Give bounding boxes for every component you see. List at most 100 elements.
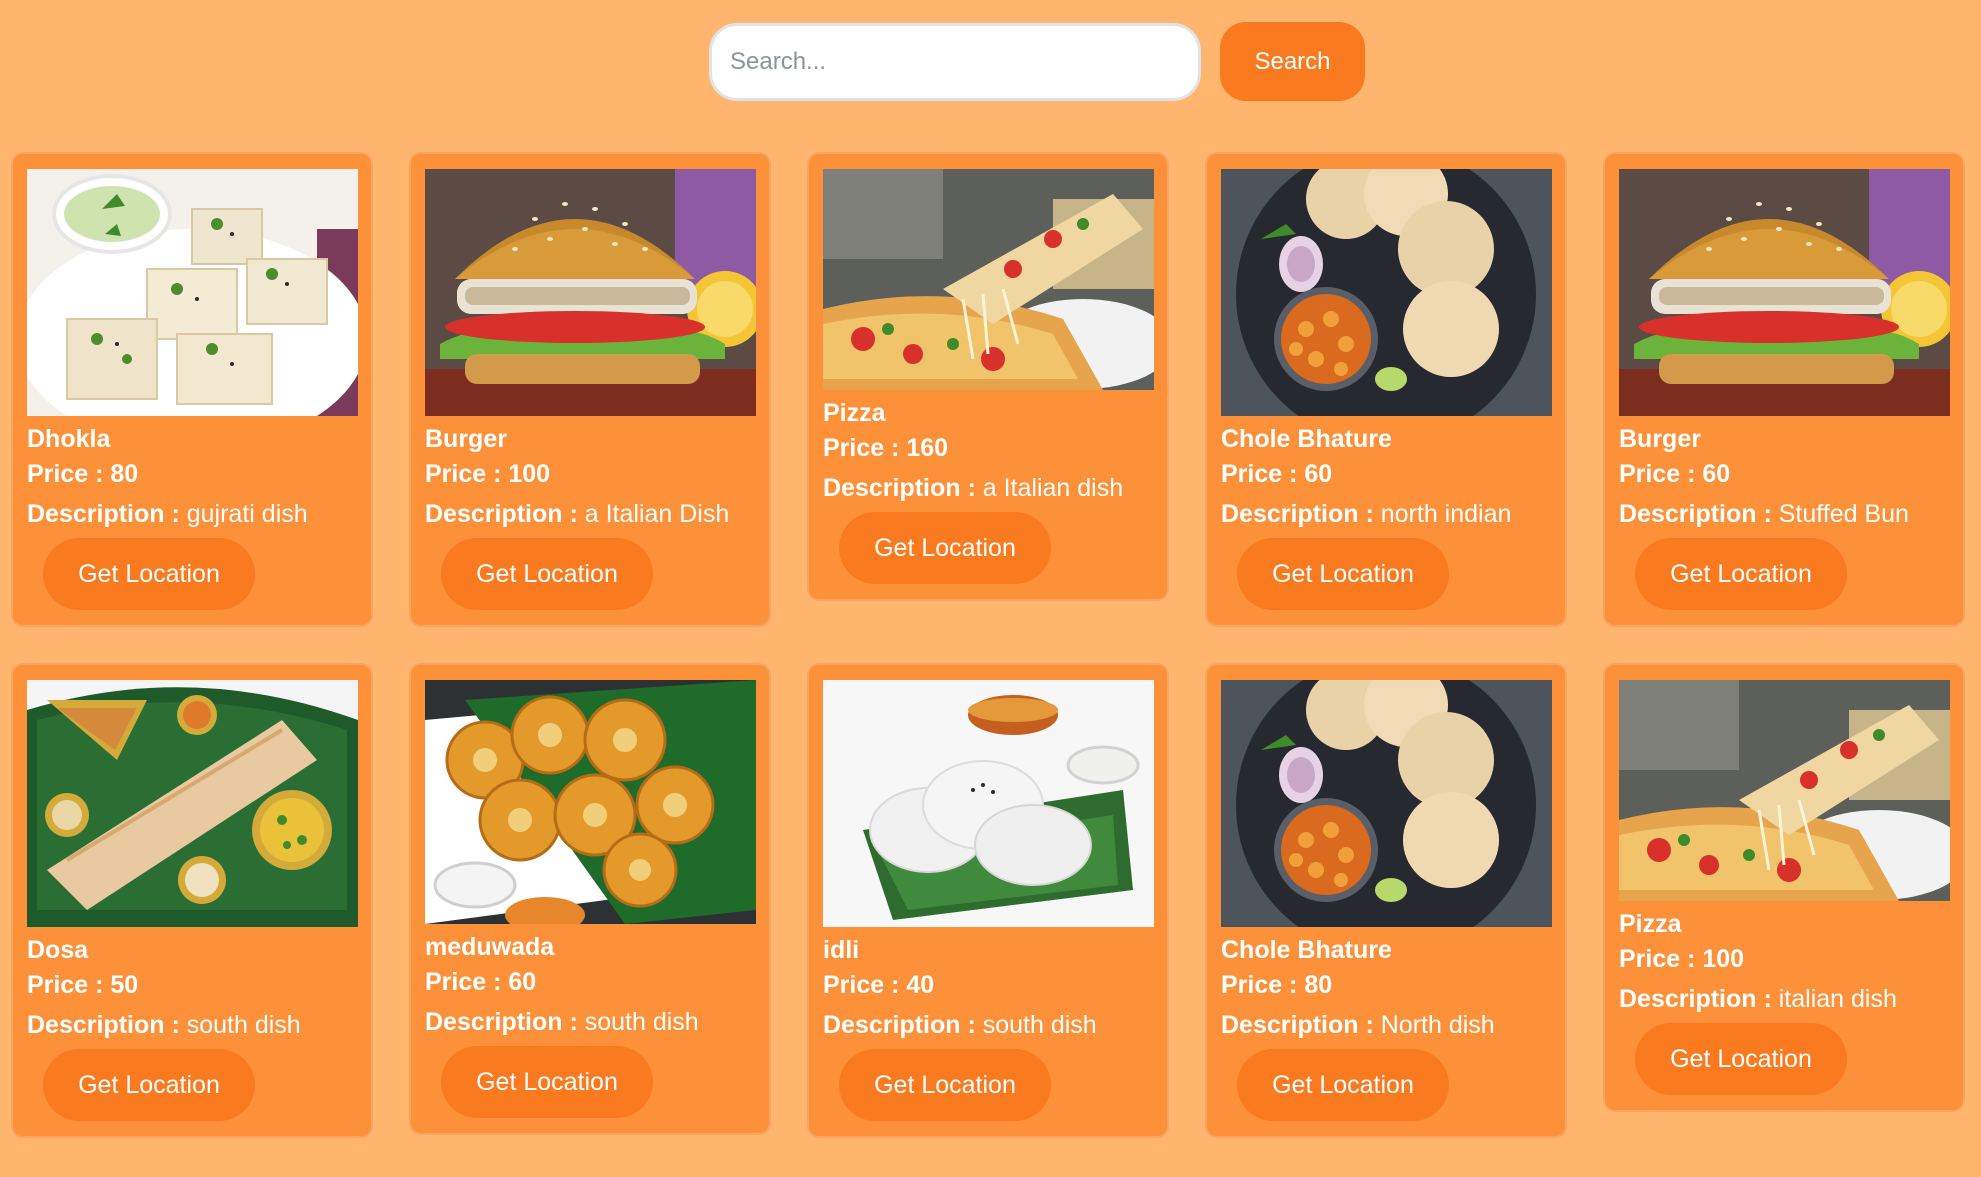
- search-input[interactable]: [709, 22, 1201, 101]
- dish-image-meduwada: [425, 680, 756, 924]
- dish-card: Dhokla Price : 80 Description : gujrati …: [11, 152, 373, 627]
- dish-image-chole-bhature: [1221, 680, 1552, 927]
- dish-name: Pizza: [1619, 910, 1682, 938]
- dish-price: Price : 50: [27, 965, 356, 1005]
- price-label: Price :: [823, 434, 907, 462]
- dish-name: Chole Bhature: [1221, 425, 1392, 453]
- dish-name: Burger: [1619, 425, 1701, 453]
- dish-description: Description : a Italian dish: [823, 468, 1152, 508]
- price-label: Price :: [1221, 971, 1305, 999]
- description-label: Description :: [1619, 500, 1779, 528]
- dish-description: Description : North dish: [1221, 1005, 1550, 1045]
- dish-description: Description : gujrati dish: [27, 494, 356, 534]
- dish-name: Pizza: [823, 399, 886, 427]
- dish-grid: Dhokla Price : 80 Description : gujrati …: [11, 152, 1965, 1138]
- dish-image-burger: [425, 169, 756, 416]
- price-value: 60: [1304, 460, 1333, 488]
- description-value: a Italian dish: [982, 474, 1124, 502]
- description-label: Description :: [823, 474, 983, 502]
- price-label: Price :: [823, 971, 907, 999]
- description-label: Description :: [1619, 985, 1779, 1013]
- dish-price: Price : 100: [425, 454, 754, 494]
- description-label: Description :: [27, 500, 187, 528]
- dish-description: Description : a Italian Dish: [425, 494, 754, 534]
- price-value: 60: [1702, 460, 1731, 488]
- dish-card: idli Price : 40 Description : south dish…: [807, 663, 1169, 1138]
- dish-card: Chole Bhature Price : 60 Description : n…: [1205, 152, 1567, 627]
- dish-image-idli: [823, 680, 1154, 927]
- get-location-button[interactable]: Get Location: [1237, 538, 1449, 610]
- price-value: 80: [1304, 971, 1333, 999]
- dish-description: Description : Stuffed Bun: [1619, 494, 1948, 534]
- dish-name: Burger: [425, 425, 507, 453]
- dish-price: Price : 80: [1221, 965, 1550, 1005]
- description-label: Description :: [1221, 500, 1381, 528]
- description-value: a Italian Dish: [584, 500, 730, 528]
- get-location-button[interactable]: Get Location: [1635, 1023, 1847, 1095]
- dish-card: Pizza Price : 160 Description : a Italia…: [807, 152, 1169, 601]
- price-label: Price :: [27, 971, 111, 999]
- description-label: Description :: [425, 500, 585, 528]
- dish-image-pizza: [1619, 680, 1950, 901]
- price-value: 160: [906, 434, 949, 462]
- dish-card: Burger Price : 60 Description : Stuffed …: [1603, 152, 1965, 627]
- get-location-button[interactable]: Get Location: [441, 1046, 653, 1118]
- dish-price: Price : 80: [27, 454, 356, 494]
- price-label: Price :: [425, 968, 509, 996]
- description-label: Description :: [823, 1011, 983, 1039]
- price-value: 40: [906, 971, 935, 999]
- description-value: gujrati dish: [186, 500, 308, 528]
- dish-name: Chole Bhature: [1221, 936, 1392, 964]
- get-location-button[interactable]: Get Location: [43, 1049, 255, 1121]
- dish-name: meduwada: [425, 933, 555, 961]
- get-location-button[interactable]: Get Location: [839, 1049, 1051, 1121]
- description-value: Stuffed Bun: [1778, 500, 1909, 528]
- dish-price: Price : 100: [1619, 939, 1948, 979]
- get-location-button[interactable]: Get Location: [441, 538, 653, 610]
- dish-image-dosa: [27, 680, 358, 927]
- price-value: 100: [1702, 945, 1745, 973]
- price-label: Price :: [1619, 460, 1703, 488]
- description-label: Description :: [27, 1011, 187, 1039]
- dish-price: Price : 40: [823, 965, 1152, 1005]
- get-location-button[interactable]: Get Location: [839, 512, 1051, 584]
- search-button[interactable]: Search: [1220, 22, 1365, 101]
- description-value: south dish: [584, 1008, 699, 1036]
- description-label: Description :: [425, 1008, 585, 1036]
- dish-description: Description : south dish: [823, 1005, 1152, 1045]
- price-value: 50: [110, 971, 139, 999]
- dish-name: idli: [823, 936, 860, 964]
- price-label: Price :: [1221, 460, 1305, 488]
- dish-card: Dosa Price : 50 Description : south dish…: [11, 663, 373, 1138]
- get-location-button[interactable]: Get Location: [1635, 538, 1847, 610]
- get-location-button[interactable]: Get Location: [43, 538, 255, 610]
- description-value: italian dish: [1778, 985, 1897, 1013]
- dish-description: Description : south dish: [27, 1005, 356, 1045]
- price-value: 100: [508, 460, 551, 488]
- dish-description: Description : italian dish: [1619, 979, 1948, 1019]
- price-value: 80: [110, 460, 139, 488]
- dish-card: Burger Price : 100 Description : a Itali…: [409, 152, 771, 627]
- dish-price: Price : 160: [823, 428, 1152, 468]
- dish-card: meduwada Price : 60 Description : south …: [409, 663, 771, 1135]
- dish-description: Description : south dish: [425, 1002, 754, 1042]
- description-value: North dish: [1380, 1011, 1495, 1039]
- description-label: Description :: [1221, 1011, 1381, 1039]
- description-value: north indian: [1380, 500, 1512, 528]
- dish-image-burger: [1619, 169, 1950, 416]
- dish-price: Price : 60: [425, 962, 754, 1002]
- dish-price: Price : 60: [1221, 454, 1550, 494]
- dish-image-chole-bhature: [1221, 169, 1552, 416]
- price-label: Price :: [425, 460, 509, 488]
- price-label: Price :: [27, 460, 111, 488]
- dish-image-pizza: [823, 169, 1154, 390]
- price-value: 60: [508, 968, 537, 996]
- dish-image-dhokla: [27, 169, 358, 416]
- dish-card: Pizza Price : 100 Description : italian …: [1603, 663, 1965, 1112]
- dish-description: Description : north indian: [1221, 494, 1550, 534]
- price-label: Price :: [1619, 945, 1703, 973]
- get-location-button[interactable]: Get Location: [1237, 1049, 1449, 1121]
- description-value: south dish: [982, 1011, 1097, 1039]
- dish-card: Chole Bhature Price : 80 Description : N…: [1205, 663, 1567, 1138]
- dish-name: Dhokla: [27, 425, 111, 453]
